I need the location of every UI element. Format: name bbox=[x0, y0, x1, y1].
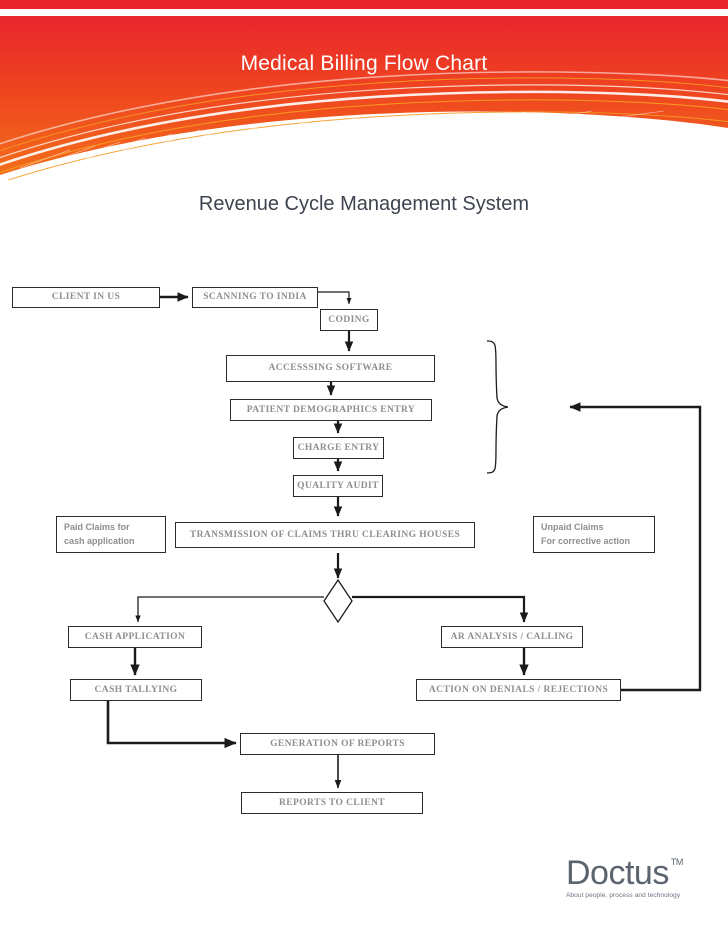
edge-tallying-to-generation bbox=[106, 700, 237, 749]
node-transmission-of-claims[interactable]: TRANSMISSION OF CLAIMS THRU CLEARING HOU… bbox=[175, 522, 475, 548]
node-reports-to-client[interactable]: REPORTS TO CLIENT bbox=[241, 792, 423, 814]
edge-decision-to-ar-analysis bbox=[352, 595, 529, 623]
process-group-brace bbox=[486, 340, 509, 474]
unpaid-claims-line1: Unpaid Claims bbox=[541, 522, 604, 533]
logo-wordmark: Doctus TM bbox=[566, 854, 683, 892]
node-coding[interactable]: CODING bbox=[320, 309, 378, 331]
node-cash-application[interactable]: CASH APPLICATION bbox=[68, 626, 202, 648]
node-charge-entry[interactable]: CHARGE ENTRY bbox=[293, 437, 384, 459]
logo-tagline: About people, process and technology bbox=[566, 892, 681, 899]
node-patient-demographics-entry[interactable]: PATIENT DEMOGRAPHICS ENTRY bbox=[230, 399, 432, 421]
paid-claims-line2: cash application bbox=[64, 535, 135, 546]
node-quality-audit[interactable]: QUALITY AUDIT bbox=[293, 475, 383, 497]
page-title: Medical Billing Flow Chart bbox=[240, 52, 488, 75]
flowchart: CLIENT IN US SCANNING TO INDIA CODING AC… bbox=[0, 0, 728, 943]
logo-word-text: Doctus bbox=[566, 854, 669, 892]
edge-decision-to-cash-application bbox=[135, 596, 324, 623]
node-cash-tallying[interactable]: CASH TALLYING bbox=[70, 679, 202, 701]
decision-diamond bbox=[323, 578, 353, 624]
node-generation-of-reports[interactable]: GENERATION OF REPORTS bbox=[240, 733, 435, 755]
node-ar-analysis-calling[interactable]: AR ANALYSIS / CALLING bbox=[441, 626, 583, 648]
node-action-on-denials[interactable]: ACTION ON DENIALS / REJECTIONS bbox=[416, 679, 621, 701]
edge-scanning-to-coding bbox=[318, 291, 352, 305]
node-accesssing-software[interactable]: ACCESSSING SOFTWARE bbox=[226, 355, 435, 382]
doctus-logo: Doctus TM About people, process and tech… bbox=[566, 856, 702, 899]
node-paid-claims-note[interactable]: Paid Claims for cash application bbox=[56, 516, 166, 553]
node-unpaid-claims-note[interactable]: Unpaid Claims For corrective action bbox=[533, 516, 655, 553]
unpaid-claims-line2: For corrective action bbox=[541, 535, 631, 546]
paid-claims-line1: Paid Claims for bbox=[64, 522, 130, 533]
node-client-in-us[interactable]: CLIENT IN US bbox=[12, 287, 160, 308]
node-scanning-to-india[interactable]: SCANNING TO INDIA bbox=[192, 287, 318, 308]
trademark-symbol: TM bbox=[670, 857, 684, 867]
